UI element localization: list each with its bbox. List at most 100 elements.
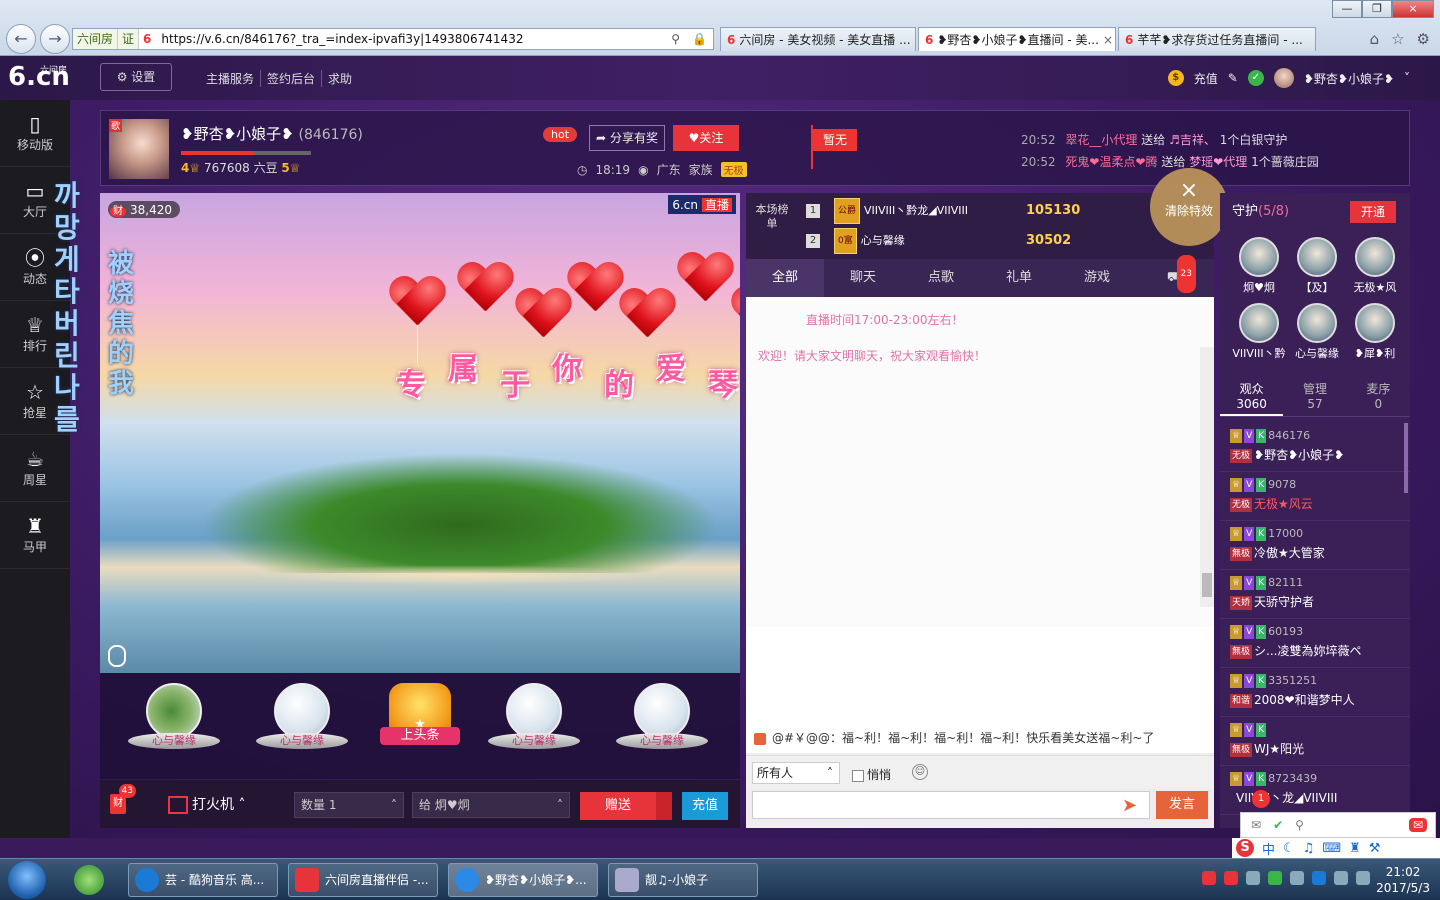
wealth-badge[interactable]: 财 38,420 <box>108 201 180 218</box>
moon-icon[interactable]: ☾ <box>1283 841 1295 856</box>
forward-button[interactable]: → <box>40 24 70 54</box>
close-window-button[interactable]: × <box>1392 0 1434 18</box>
recharge-button[interactable]: 充值 <box>682 792 728 820</box>
link-sign-backend[interactable]: 签约后台 <box>260 70 321 87</box>
chevron-down-icon[interactable]: ˅ <box>1404 71 1410 85</box>
recharge-link[interactable]: 充值 <box>1194 70 1218 87</box>
tab-song-request[interactable]: 点歌 <box>902 259 980 297</box>
favorites-star-icon[interactable]: ☆ <box>1391 30 1404 48</box>
clear-effects-button[interactable]: × 清除特效 <box>1150 168 1228 246</box>
list-item[interactable]: ♕ V K 8723439 VIIVIII丶龙◢VIIVIII <box>1220 766 1410 815</box>
scroll-thumb[interactable] <box>1202 573 1212 597</box>
chat-input[interactable] <box>752 791 1150 819</box>
emoji-icon[interactable]: ☺ <box>912 764 928 780</box>
gift-item[interactable]: 心与馨缘 <box>126 683 222 769</box>
gift-item[interactable]: 心与馨缘 <box>486 683 582 769</box>
tab-cars[interactable]: ⛟ 23 <box>1136 255 1214 297</box>
site-logo[interactable]: 6.cn 六间房 <box>8 62 70 92</box>
gear-icon[interactable]: ⚙ <box>1417 30 1430 48</box>
home-icon[interactable]: ⌂ <box>1370 30 1380 48</box>
chat-target-select[interactable]: 所有人 ˄ <box>752 762 840 784</box>
list-item[interactable]: ♕ V K 9078 无极 无极★风云 <box>1220 472 1410 521</box>
anchor-avatar[interactable]: 歌 <box>109 119 169 179</box>
settings-button[interactable]: ⚙ 设置 <box>100 63 172 91</box>
ranking-row[interactable]: 2 0富 心与馨缘 30502 <box>806 228 1206 254</box>
ranking-row[interactable]: 1 公爵 VIIVIII丶黔龙◢VIIVIII 105130 <box>806 198 1206 224</box>
search-icon[interactable]: ⚲ <box>665 32 686 46</box>
url-text[interactable]: https://v.6.cn/846176?_tra_=index-ipvafi… <box>155 32 665 46</box>
list-item[interactable]: ♕ V K 82111 天娇 天骄守护者 <box>1220 570 1410 619</box>
minimize-button[interactable]: — <box>1332 0 1362 18</box>
user-name[interactable]: ❥野杏❥小娘子❥ <box>1304 70 1394 87</box>
gift-item[interactable]: 心与馨缘 <box>614 683 710 769</box>
taskbar-item[interactable]: 六间房直播伴侣 -... <box>288 863 438 897</box>
list-item[interactable]: ♕ V K 846176 无极 ❥野杏❥小娘子❥ <box>1220 423 1410 472</box>
maximize-button[interactable]: ❐ <box>1362 0 1392 18</box>
sidebar-item-weekly-star[interactable]: ☕ 周星 <box>0 435 70 502</box>
link-help[interactable]: 求助 <box>321 70 358 87</box>
tab-audience[interactable]: 观众 3060 <box>1220 377 1284 416</box>
audience-scrollbar[interactable] <box>1404 423 1408 493</box>
open-guard-button[interactable]: 开通 <box>1350 201 1396 223</box>
edit-icon[interactable]: ✎ <box>1228 71 1238 85</box>
tray-icon[interactable] <box>1312 871 1326 885</box>
taskbar-item[interactable]: 靓♫-小娘子 <box>608 863 758 897</box>
shirt-icon[interactable]: ♜ <box>1349 841 1361 856</box>
tab-all[interactable]: 全部 <box>746 259 824 297</box>
guard-member[interactable]: 炯♥炯 <box>1230 237 1288 303</box>
notification-badge[interactable]: 1 <box>1252 790 1270 808</box>
family-badge[interactable]: 无极 <box>720 162 747 177</box>
chat-bubble-icon[interactable]: ✉ <box>1408 818 1427 832</box>
list-item[interactable]: ♕ V K 無极 WJ★阳光 <box>1220 717 1410 766</box>
quantity-select[interactable]: 数量 1 ˄ <box>294 792 404 818</box>
headline-gift[interactable]: ★ 上头条 <box>372 683 468 769</box>
feed-from[interactable]: 翠花__小代理 <box>1065 133 1137 147</box>
tab-mic-queue[interactable]: 麦序 0 <box>1347 377 1410 416</box>
tab-gift-list[interactable]: 礼单 <box>980 259 1058 297</box>
anchor-name[interactable]: ❥野杏❥小娘子❥ <box>181 125 294 143</box>
recipient-select[interactable]: 给 炯♥炯 ˄ <box>412 792 570 818</box>
chat-scrollbar[interactable] <box>1200 347 1214 607</box>
address-bar[interactable]: 六间房 证 6 https://v.6.cn/846176?_tra_=inde… <box>72 28 714 50</box>
list-item[interactable]: ♕ V K 3351251 和谐 2008❤和谐梦中人 <box>1220 668 1410 717</box>
tray-icon[interactable] <box>1268 871 1282 885</box>
quick-launch-icon[interactable] <box>74 865 104 895</box>
clock[interactable]: 21:02 2017/5/3 <box>1376 864 1430 896</box>
sidebar-item-mobile[interactable]: ▯ 移动版 <box>0 100 70 167</box>
tab-games[interactable]: 游戏 <box>1058 259 1136 297</box>
taskbar-item[interactable]: ❥野杏❥小娘子❥... <box>448 863 598 897</box>
paper-plane-icon[interactable]: ➤ <box>1122 795 1137 816</box>
ranking-label[interactable]: 本场榜单 <box>754 203 790 231</box>
sidebar-item-vest[interactable]: ♜ 马甲 <box>0 502 70 569</box>
gift-item[interactable]: 心与馨缘 <box>254 683 350 769</box>
guard-member[interactable]: VIIVIII丶黔 <box>1230 303 1288 369</box>
mail-icon[interactable]: ✉ <box>1251 818 1261 832</box>
close-tab-icon[interactable]: × <box>1099 33 1113 47</box>
video-player[interactable]: 财 38,420 6.cn 直播 被烧焦的我 <box>100 193 740 673</box>
wealth-mini-badge[interactable]: 财 43 <box>110 784 136 814</box>
guard-member[interactable]: 【及】 <box>1288 237 1346 303</box>
tray-icon[interactable] <box>1290 871 1304 885</box>
avatar[interactable] <box>1273 68 1294 88</box>
tray-icon[interactable] <box>1246 871 1260 885</box>
browser-tab-3[interactable]: 6 芊芊❥求存货过任务直播间 - ... <box>1118 27 1316 51</box>
tab-chat[interactable]: 聊天 <box>824 259 902 297</box>
microphone-icon[interactable] <box>108 645 126 667</box>
list-item[interactable]: ♕ V K 60193 無极 シ...凌雙為妳埣薇ペ <box>1220 619 1410 668</box>
lighter-button[interactable]: 打火机 ˄ <box>168 794 245 814</box>
guard-member[interactable]: 无极★风 <box>1346 237 1404 303</box>
start-button[interactable] <box>8 861 46 899</box>
tray-icon[interactable] <box>1224 871 1238 885</box>
share-button[interactable]: ➦ 分享有奖 <box>589 125 665 151</box>
volume-icon[interactable] <box>1356 871 1370 885</box>
browser-tab-1[interactable]: 6 六间房 - 美女视频 - 美女直播 ... <box>720 27 916 51</box>
tab-managers[interactable]: 管理 57 <box>1283 377 1346 416</box>
network-icon[interactable] <box>1334 871 1348 885</box>
search-icon[interactable]: ⚲ <box>1295 818 1304 832</box>
send-message-button[interactable]: 发言 <box>1156 791 1208 819</box>
ime-mode[interactable]: 中 <box>1262 839 1275 858</box>
feed-to[interactable]: ♬吉祥、 <box>1169 133 1216 147</box>
guard-member[interactable]: ❥犀❥利 <box>1346 303 1404 369</box>
sogou-icon[interactable]: S <box>1236 839 1254 857</box>
feed-from[interactable]: 死鬼❤温柔点❤腾 <box>1065 155 1157 169</box>
